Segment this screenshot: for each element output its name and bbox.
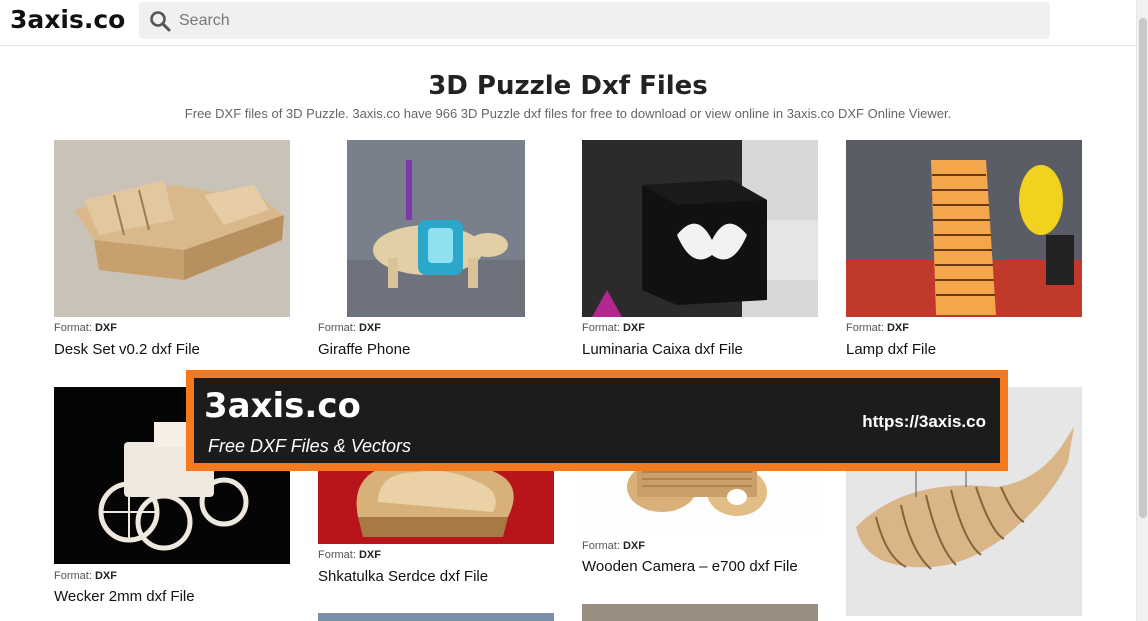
card-title[interactable]: Luminaria Caixa dxf File — [582, 341, 743, 358]
top-bar: 3axis.co — [0, 0, 1136, 46]
banner-url[interactable]: https://3axis.co — [862, 412, 986, 432]
banner-tagline: Free DXF Files & Vectors — [208, 436, 412, 456]
card-title[interactable]: Wecker 2mm dxf File — [54, 588, 195, 605]
card-title[interactable]: Desk Set v0.2 dxf File — [54, 341, 200, 358]
giraffe-phone-photo — [347, 140, 525, 317]
page-description: Free DXF files of 3D Puzzle. 3axis.co ha… — [184, 106, 952, 121]
card-image-next-row[interactable] — [582, 604, 818, 621]
card-format: Format: DXF — [54, 322, 117, 334]
card-image-desk-set[interactable] — [54, 140, 290, 317]
card-format: Format: DXF — [582, 540, 645, 552]
search-input[interactable] — [179, 8, 1029, 34]
promo-banner[interactable]: 3axis.co Free DXF Files & Vectors https:… — [186, 370, 1008, 471]
card-image-luminaria-caixa[interactable] — [582, 140, 818, 317]
card-format: Format: DXF — [318, 322, 381, 334]
card-format: Format: DXF — [582, 322, 645, 334]
luminaria-photo — [582, 140, 818, 317]
card-image-lamp[interactable] — [846, 140, 1082, 317]
scrollbar-thumb[interactable] — [1139, 18, 1147, 518]
card-title[interactable]: Shkatulka Serdce dxf File — [318, 568, 488, 585]
card-title[interactable]: Giraffe Phone — [318, 341, 410, 358]
card-format: Format: DXF — [318, 549, 381, 561]
card-format: Format: DXF — [54, 570, 117, 582]
card-image-giraffe-phone[interactable] — [318, 140, 554, 317]
search-bar[interactable] — [139, 2, 1050, 39]
desk-set-photo — [54, 140, 290, 317]
search-icon[interactable] — [149, 10, 171, 32]
card-format: Format: DXF — [846, 322, 909, 334]
card-title[interactable]: Wooden Camera – e700 dxf File — [582, 558, 798, 575]
lamp-photo — [846, 140, 1082, 317]
scrollbar[interactable] — [1136, 0, 1148, 621]
card-image-next-row[interactable] — [318, 613, 554, 621]
page-title: 3D Puzzle Dxf Files — [428, 71, 708, 101]
site-logo[interactable]: 3axis.co — [10, 5, 125, 34]
promo-banner-inner: 3axis.co Free DXF Files & Vectors https:… — [194, 378, 1000, 463]
card-title[interactable]: Lamp dxf File — [846, 341, 936, 358]
banner-logo: 3axis.co — [204, 386, 361, 426]
